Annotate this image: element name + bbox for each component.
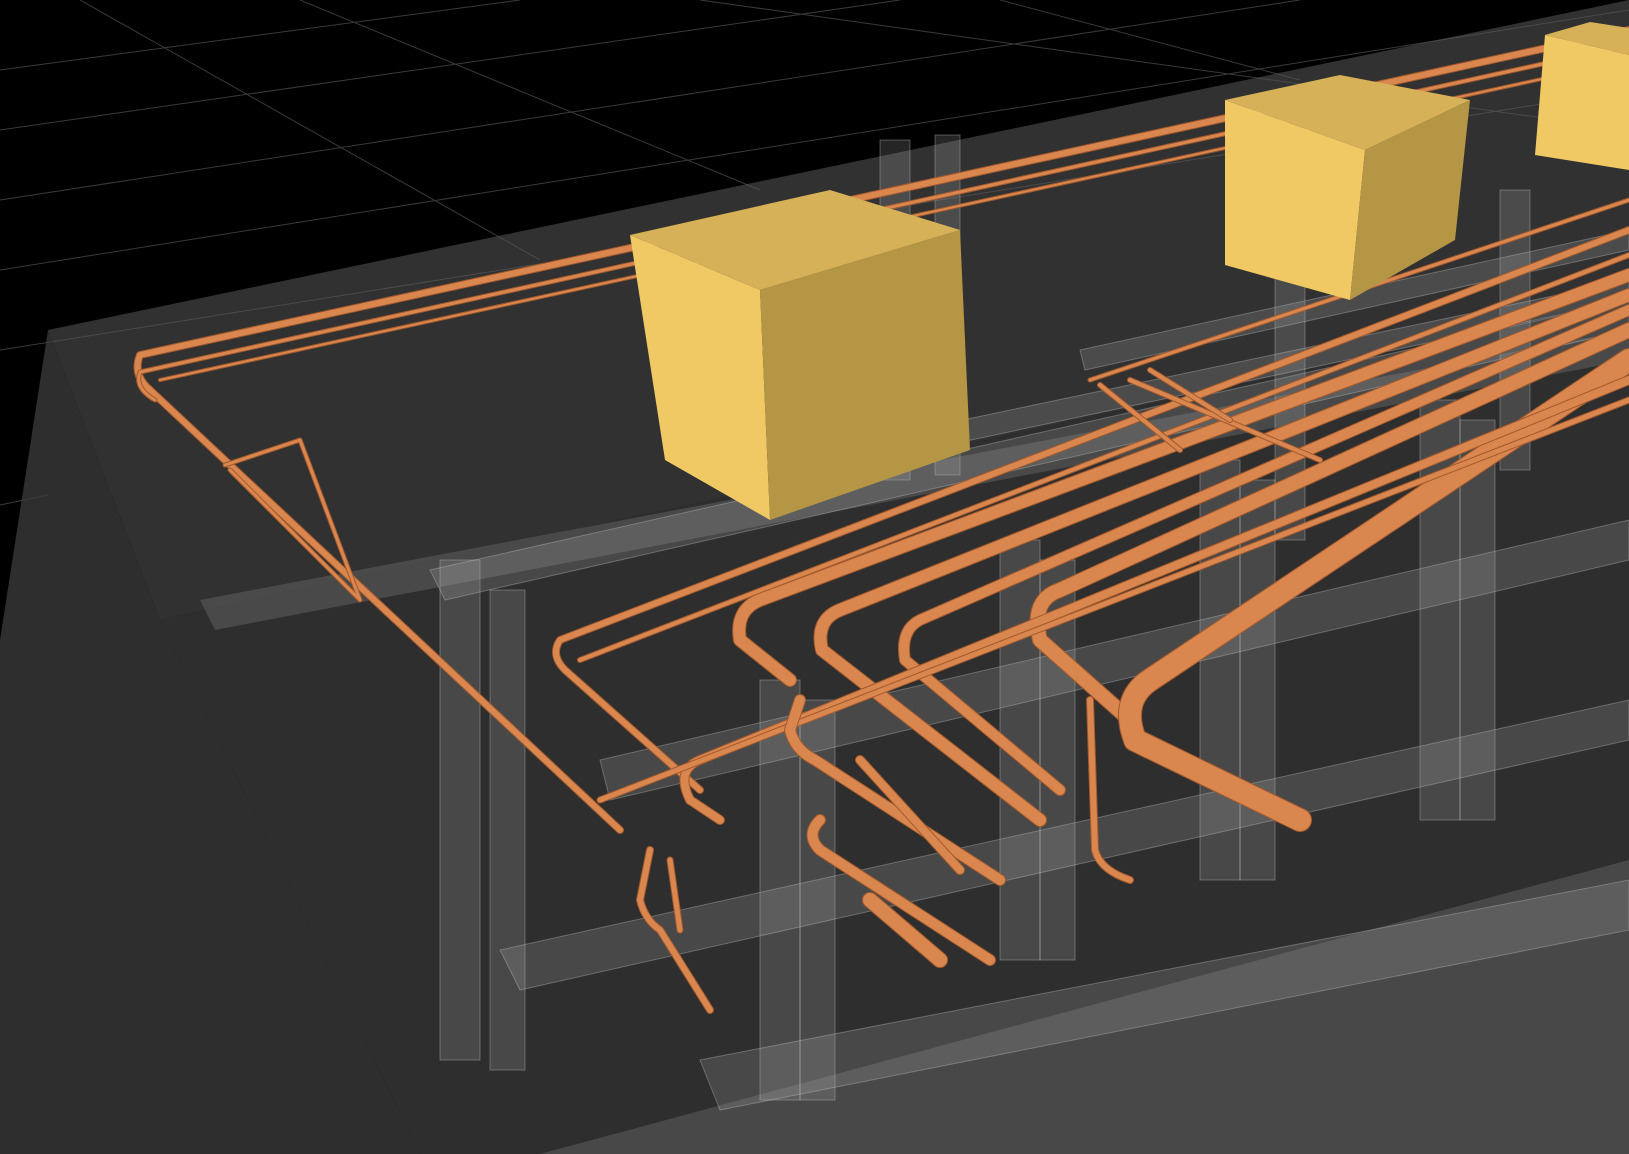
grid-line <box>0 0 521 71</box>
grid-line <box>0 0 901 131</box>
3d-viewport[interactable] <box>0 0 1629 1154</box>
grid-line <box>299 0 761 191</box>
grid-line <box>999 0 1301 81</box>
equipment-front-face <box>1535 35 1629 170</box>
equipment-unit-3 <box>1535 22 1629 170</box>
scene-canvas[interactable] <box>0 0 1629 1154</box>
rack-column <box>439 559 481 1061</box>
rack-column <box>489 589 526 1071</box>
